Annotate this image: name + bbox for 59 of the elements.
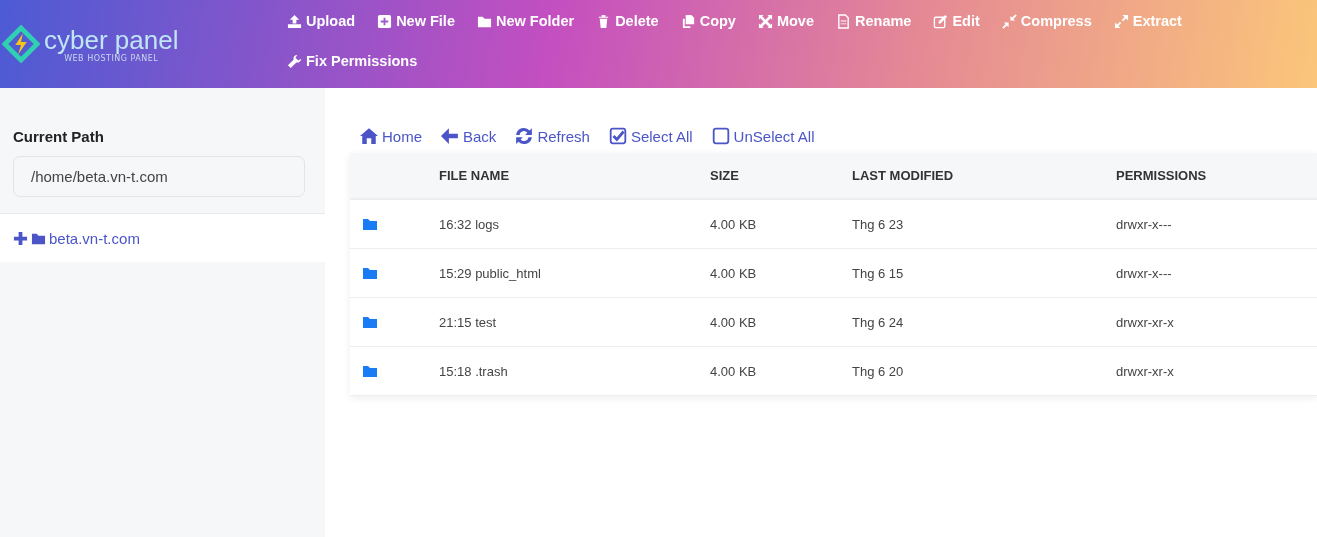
- toolbar-link[interactable]: Home: [360, 127, 422, 145]
- refresh-icon: [515, 127, 534, 145]
- file-row[interactable]: 16:32 logs 4.00 KB Thg 6 23 drwxr-x---: [350, 200, 1317, 249]
- folder-icon: [362, 265, 378, 281]
- table-cell-text: 4.00 KB: [710, 216, 758, 232]
- compress-icon: [1001, 13, 1017, 29]
- plus-icon: [377, 13, 393, 29]
- table-cell-text: drwxr-xr-x: [1116, 363, 1175, 379]
- toolbar-button[interactable]: New File: [377, 10, 455, 32]
- table-cell-text: 16:32 logs: [439, 216, 500, 232]
- toolbar-button[interactable]: New Folder: [476, 10, 575, 32]
- toolbar-button[interactable]: Delete: [596, 10, 659, 32]
- copy-icon: [680, 13, 696, 29]
- folder-icon: [362, 314, 378, 330]
- toolbar-button[interactable]: Copy: [680, 10, 736, 32]
- upload-icon: [287, 13, 302, 29]
- table-cell-text: Thg 6 15: [852, 265, 905, 281]
- tree-item[interactable]: beta.vn-t.com: [13, 229, 140, 247]
- toolbar-link[interactable]: Select All: [608, 127, 693, 145]
- expand-icon: [1113, 13, 1129, 29]
- toolbar-button[interactable]: Upload: [287, 10, 356, 32]
- toolbar-button[interactable]: Fix Permissions: [287, 50, 418, 72]
- edit-icon: [933, 13, 949, 29]
- table-cell-text: 4.00 KB: [710, 314, 758, 330]
- folder-icon: [362, 216, 378, 232]
- table-cell-text: 15:18 .trash: [439, 363, 509, 379]
- logo-icon: [2, 25, 40, 63]
- table-cell-text: 21:15 test: [439, 314, 498, 330]
- table-cell-text: 15:29 public_html: [439, 265, 542, 281]
- wrench-icon: [287, 53, 302, 69]
- file-row[interactable]: 21:15 test 4.00 KB Thg 6 24 drwxr-xr-x: [350, 298, 1317, 347]
- logo-tagline: WEB HOSTING PANEL: [64, 53, 159, 63]
- toolbar-link[interactable]: Refresh: [515, 127, 590, 145]
- toolbar-link[interactable]: UnSelect All: [711, 127, 815, 145]
- table-cell-text: Thg 6 24: [852, 314, 905, 330]
- checkbox-icon: [711, 127, 730, 145]
- path-field[interactable]: /home/beta.vn-t.com: [13, 156, 305, 197]
- table-cell-text: drwxr-xr-x: [1116, 314, 1175, 330]
- column-header: SIZE: [710, 168, 740, 183]
- column-header: PERMISSIONS: [1116, 168, 1208, 183]
- logo-name: cyber panel: [44, 25, 179, 54]
- home-icon: [360, 127, 378, 145]
- file-row[interactable]: 15:18 .trash 4.00 KB Thg 6 20 drwxr-xr-x: [350, 347, 1317, 396]
- column-header: LAST MODIFIED: [852, 168, 955, 183]
- column-header: FILE NAME: [439, 168, 511, 183]
- table-cell-text: drwxr-x---: [1116, 265, 1173, 281]
- document-icon: [836, 13, 851, 29]
- toolbar-link[interactable]: Back: [441, 127, 497, 145]
- current-path-label: Current Path: [13, 128, 105, 145]
- table-cell-text: Thg 6 20: [852, 363, 905, 379]
- table-cell-text: 4.00 KB: [710, 265, 758, 281]
- table-cell-text: 4.00 KB: [710, 363, 758, 379]
- arrow-left-icon: [441, 127, 459, 145]
- table-cell-text: Thg 6 23: [852, 216, 905, 232]
- file-row[interactable]: 15:29 public_html 4.00 KB Thg 6 15 drwxr-x---: [350, 249, 1317, 298]
- move-icon: [757, 13, 773, 29]
- table-cell-text: drwxr-x---: [1116, 216, 1173, 232]
- folder-icon: [362, 363, 378, 379]
- checkbox-checked-icon: [608, 127, 627, 145]
